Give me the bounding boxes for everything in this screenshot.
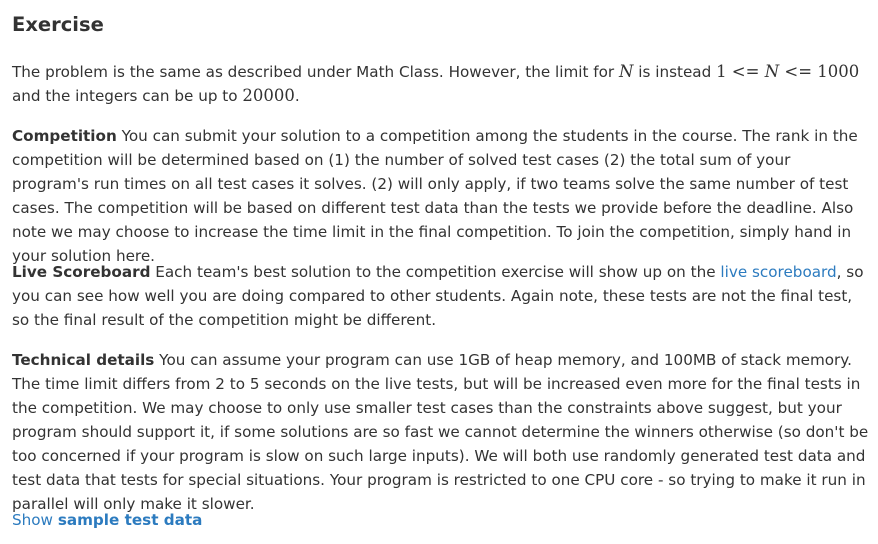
math-max-value: 20000 <box>242 86 295 105</box>
intro-text: . <box>294 87 300 105</box>
technical-details-paragraph: Technical details You can assume your pr… <box>12 348 872 516</box>
competition-paragraph: Competition You can submit your solution… <box>12 124 872 268</box>
intro-text: and the integers can be up to <box>12 87 243 105</box>
sample-test-data-label: sample test data <box>57 511 203 529</box>
scoreboard-paragraph: Live Scoreboard Each team's best solutio… <box>12 260 872 332</box>
intro-text: The problem is the same as described und… <box>12 63 619 81</box>
show-prefix: Show <box>12 511 58 529</box>
scoreboard-text: Each team's best solution to the competi… <box>150 263 721 281</box>
show-sample-test-data-link[interactable]: Show sample test data <box>12 511 202 529</box>
competition-label: Competition <box>12 127 117 145</box>
scoreboard-label: Live Scoreboard <box>12 263 151 281</box>
page-title: Exercise <box>12 13 104 36</box>
competition-text: You can submit your solution to a compet… <box>12 127 858 265</box>
technical-details-text: You can assume your program can use 1GB … <box>12 351 869 513</box>
show-sample-data: Show sample test data <box>12 508 872 532</box>
live-scoreboard-link[interactable]: live scoreboard <box>720 263 836 281</box>
exercise-page: Exercise The problem is the same as desc… <box>0 0 878 544</box>
math-range: 1 <= N <= 1000 <box>716 62 860 81</box>
intro-text: is instead <box>633 63 717 81</box>
intro-paragraph: The problem is the same as described und… <box>12 60 872 108</box>
math-n: N <box>619 62 634 81</box>
technical-details-label: Technical details <box>12 351 155 369</box>
